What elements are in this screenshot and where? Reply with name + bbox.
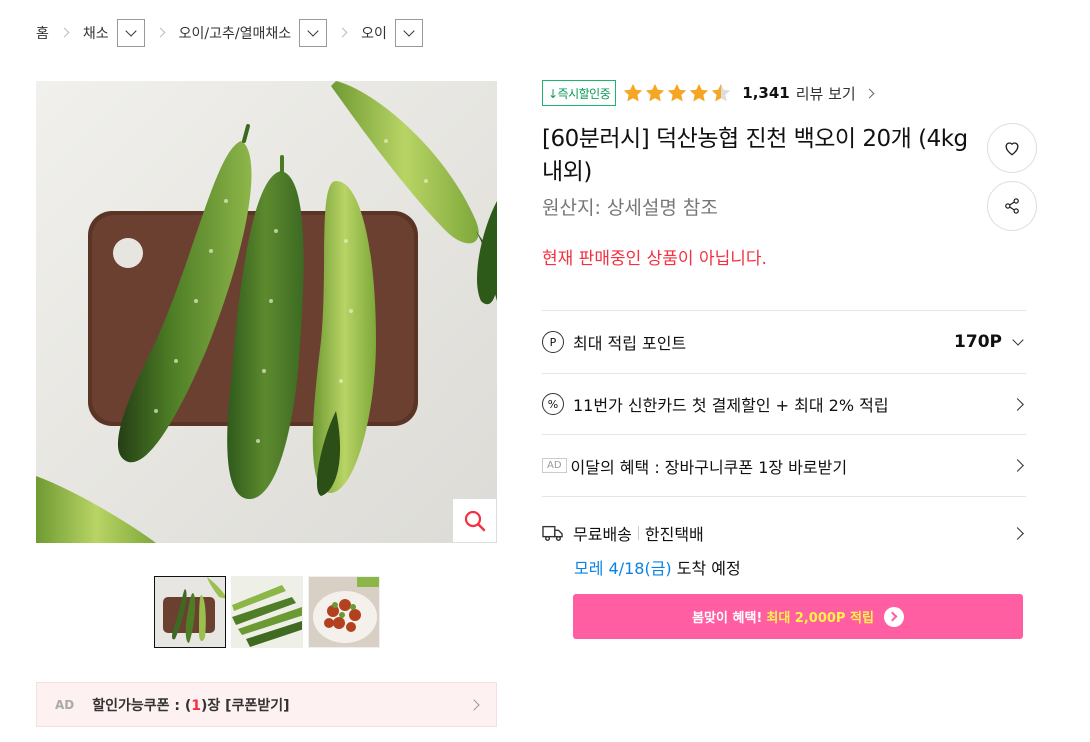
- star-icon: [690, 83, 709, 102]
- breadcrumb-separator-icon: [333, 18, 355, 48]
- star-half-icon: [712, 83, 731, 102]
- star-icon: [624, 83, 643, 102]
- breadcrumb-level1[interactable]: 채소: [83, 23, 109, 43]
- breadcrumb-level1-dropdown[interactable]: [116, 19, 145, 47]
- star-rating: [622, 82, 732, 104]
- arrow-right-circle-icon: [883, 606, 904, 627]
- chevron-right-icon: [1011, 459, 1024, 472]
- coupon-ad-label: AD: [55, 697, 75, 712]
- breadcrumb: 홈 채소 오이/고추/열매채소 오이: [36, 18, 423, 48]
- review-link[interactable]: 리뷰 보기: [796, 83, 856, 104]
- review-count[interactable]: 1,341: [742, 84, 789, 102]
- breadcrumb-level2[interactable]: 오이/고추/열매채소: [179, 23, 291, 43]
- instant-discount-badge: ↓즉시할인중: [542, 80, 617, 106]
- thumbnail-2[interactable]: [231, 576, 303, 648]
- coupon-count: 1: [191, 697, 202, 714]
- coupon-bar[interactable]: AD 할인가능쿠폰 : (1)장 [쿠폰받기]: [36, 682, 497, 727]
- not-on-sale-notice: 현재 판매중인 상품이 아닙니다.: [542, 249, 767, 269]
- shipping-row[interactable]: 무료배송 한진택배 모레 4/18(금) 도착 예정: [542, 496, 1026, 590]
- chevron-down-icon: [307, 25, 319, 37]
- eta-date: 모레 4/18(금): [574, 559, 672, 578]
- chevron-right-icon: [1011, 397, 1024, 411]
- thumbnail-1[interactable]: [154, 576, 226, 648]
- heart-icon: [1005, 142, 1019, 156]
- share-icon: [1005, 198, 1019, 214]
- monthly-benefit-label: 이달의 혜택 : 장바구니쿠폰 1장 바로받기: [570, 457, 848, 477]
- wishlist-button[interactable]: [987, 123, 1037, 173]
- breadcrumb-level3-dropdown[interactable]: [394, 19, 423, 47]
- points-row[interactable]: P 최대 적립 포인트 170P: [542, 310, 1026, 373]
- breadcrumb-home[interactable]: 홈: [36, 23, 49, 43]
- points-label: 최대 적립 포인트: [573, 334, 687, 353]
- ad-label: AD: [542, 458, 567, 473]
- coupon-text: 할인가능쿠폰 : (1)장 [쿠폰받기]: [92, 697, 290, 714]
- chevron-right-icon: [468, 698, 480, 711]
- card-discount-row[interactable]: % 11번가 신한카드 첫 결제할인 + 최대 2% 적립: [542, 373, 1026, 434]
- cucumber-photo: [36, 81, 497, 543]
- shipping-method: 무료배송: [573, 525, 632, 544]
- spring-promo-button[interactable]: 봄맞이 혜택! 최대 2,000P 적립: [573, 594, 1023, 639]
- benefit-list: P 최대 적립 포인트 170P % 11번가 신한카드 첫 결제할인 + 최대…: [542, 310, 1026, 590]
- point-icon: P: [542, 331, 564, 353]
- product-origin: 원산지: 상세설명 참조: [542, 197, 718, 219]
- divider: [637, 526, 639, 540]
- thumbnail-list: [154, 576, 380, 648]
- breadcrumb-level3[interactable]: 오이: [361, 23, 387, 43]
- chevron-down-icon: [403, 25, 415, 37]
- chevron-right-icon: [1011, 526, 1024, 540]
- breadcrumb-separator-icon: [55, 18, 77, 48]
- promo-prefix: 봄맞이 혜택!: [692, 611, 763, 626]
- percent-icon: %: [542, 393, 564, 415]
- zoom-button[interactable]: [452, 498, 497, 543]
- eta-suffix: 도착 예정: [671, 559, 741, 578]
- chevron-down-icon: [124, 25, 137, 37]
- magnifier-icon: [464, 510, 485, 531]
- shipping-carrier: 한진택배: [644, 525, 704, 544]
- points-value: 170P: [954, 332, 1002, 352]
- breadcrumb-separator-icon: [151, 18, 173, 48]
- product-title: [60분러시] 덕산농협 진천 백오이 20개 (4kg내외): [542, 126, 968, 185]
- thumbnail-3[interactable]: [308, 576, 380, 648]
- promo-highlight: 최대 2,000P 적립: [766, 611, 874, 626]
- star-icon: [668, 83, 687, 102]
- truck-icon: [542, 525, 563, 541]
- monthly-benefit-row[interactable]: AD 이달의 혜택 : 장바구니쿠폰 1장 바로받기: [542, 434, 1026, 496]
- chevron-down-icon: [1012, 334, 1024, 346]
- share-button[interactable]: [987, 181, 1037, 231]
- delivery-eta: 모레 4/18(금) 도착 예정: [574, 555, 741, 579]
- breadcrumb-level2-dropdown[interactable]: [299, 19, 328, 47]
- card-discount-label: 11번가 신한카드 첫 결제할인 + 최대 2% 적립: [573, 396, 889, 415]
- product-main-image[interactable]: [36, 81, 497, 543]
- chevron-right-icon: [864, 88, 875, 98]
- rating-row: ↓즉시할인중 1,341 리뷰 보기: [542, 80, 875, 106]
- star-icon: [646, 83, 665, 102]
